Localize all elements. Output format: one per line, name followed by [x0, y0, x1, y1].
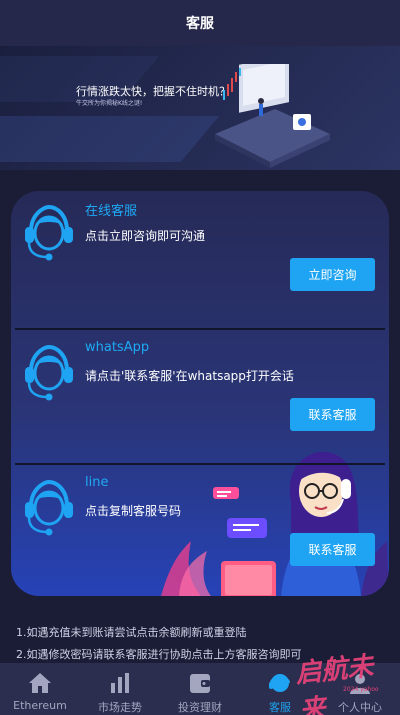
tab-label: 市场走势	[98, 701, 142, 714]
service-section-line: line 点击复制客服号码 联系客服	[11, 466, 389, 596]
contact-support-button[interactable]: 联系客服	[290, 398, 375, 431]
headset-agent-icon	[25, 479, 73, 536]
service-description: 点击立即咨询即可沟通	[85, 229, 206, 243]
top-bar: 客服	[0, 0, 400, 46]
watermark-logo: 启航未来	[294, 651, 375, 715]
service-title: line	[85, 475, 109, 490]
page-title: 客服	[186, 16, 214, 32]
tab-label: Ethereum	[13, 699, 67, 712]
home-icon	[29, 673, 51, 693]
service-section-whatsapp: whatsApp 请点击'联系客服'在whatsapp打开会话 联系客服	[11, 331, 389, 465]
section-divider	[15, 328, 385, 330]
banner-subtitle: 牛交所为你揭秘K线之谜!	[76, 100, 143, 107]
headset-agent-icon	[25, 344, 73, 401]
headset-icon	[269, 674, 290, 692]
service-title: whatsApp	[85, 340, 150, 355]
service-section-online: 在线客服 点击立即咨询即可沟通 立即咨询	[11, 191, 389, 325]
banner-stripe	[0, 116, 220, 162]
consult-now-button[interactable]: 立即咨询	[290, 258, 375, 291]
service-title: 在线客服	[85, 204, 138, 219]
tab-invest[interactable]: 投资理财	[160, 663, 240, 715]
promo-banner[interactable]: 行情涨跌太快，把握不住时机？ 牛交所为你揭秘K线之谜!	[0, 46, 400, 170]
service-description: 请点击'联系客服'在whatsapp打开会话	[85, 369, 294, 383]
trading-illustration-icon	[215, 64, 330, 168]
watermark-subtext: 2024 yahoo	[343, 686, 379, 693]
headset-agent-icon	[25, 204, 73, 261]
tab-label: 客服	[269, 701, 291, 714]
tab-market[interactable]: 市场走势	[80, 663, 160, 715]
section-divider	[15, 463, 385, 465]
help-note: 1.如遇充值未到账请尝试点击余额刷新或重登陆	[16, 626, 247, 639]
contact-support-button[interactable]: 联系客服	[290, 533, 375, 566]
service-description: 点击复制客服号码	[85, 504, 182, 518]
tab-ethereum[interactable]: Ethereum	[0, 663, 80, 715]
wallet-icon	[190, 674, 210, 693]
tab-label: 投资理财	[178, 701, 222, 714]
service-card: 在线客服 点击立即咨询即可沟通 立即咨询 whatsApp 请点击'联系客服'在…	[11, 191, 389, 596]
bar-chart-icon	[111, 673, 129, 693]
